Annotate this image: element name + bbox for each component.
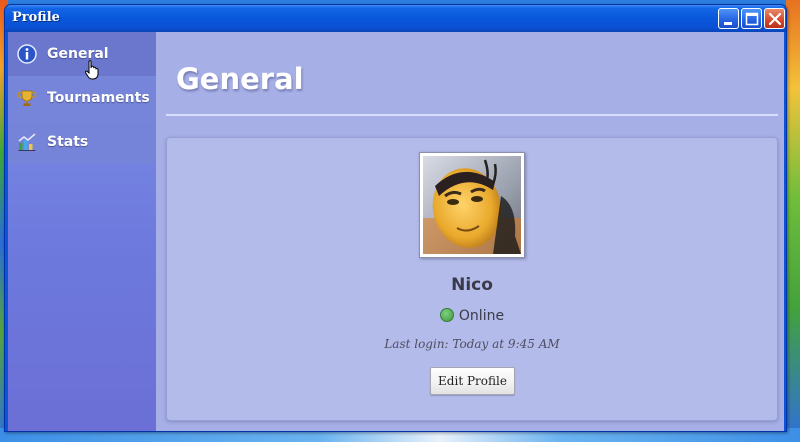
sidebar: General Tournaments Stats	[8, 32, 156, 431]
page-title: General	[176, 62, 304, 96]
trophy-icon	[17, 90, 37, 106]
status-row: Online	[167, 308, 777, 324]
main-panel: General Nico Online Last login: Today at…	[156, 32, 784, 431]
avatar	[419, 152, 525, 258]
window-title: Profile	[12, 10, 60, 25]
last-login-text: Last login: Today at 9:45 AM	[384, 337, 560, 351]
title-divider	[166, 114, 778, 116]
profile-window: Profile General Tournaments Stats Genera…	[4, 4, 787, 432]
minimize-button[interactable]	[718, 8, 739, 29]
sidebar-item-tournaments[interactable]: Tournaments	[8, 76, 156, 120]
maximize-button[interactable]	[741, 8, 762, 29]
online-status-icon	[439, 308, 454, 322]
maximize-icon	[745, 12, 759, 26]
sidebar-item-label: Tournaments	[47, 90, 150, 106]
minimize-icon	[724, 22, 732, 25]
sidebar-item-general[interactable]: General	[8, 32, 156, 76]
profile-card: Nico Online Last login: Today at 9:45 AM…	[166, 137, 778, 421]
desktop-background-right	[786, 0, 800, 442]
profile-name: Nico	[451, 275, 493, 295]
chart-icon	[18, 133, 36, 151]
window-content: General Tournaments Stats General Nico O…	[8, 32, 784, 431]
status-text: Online	[458, 308, 505, 324]
title-bar[interactable]: Profile	[5, 5, 786, 32]
close-icon	[768, 12, 782, 26]
edit-profile-button[interactable]: Edit Profile	[430, 367, 515, 395]
close-button[interactable]	[764, 8, 785, 29]
sidebar-item-label: Stats	[47, 134, 89, 150]
hand-cursor-icon	[84, 60, 99, 80]
info-icon	[17, 44, 37, 64]
avatar-image	[423, 156, 521, 254]
sidebar-item-stats[interactable]: Stats	[8, 120, 156, 164]
